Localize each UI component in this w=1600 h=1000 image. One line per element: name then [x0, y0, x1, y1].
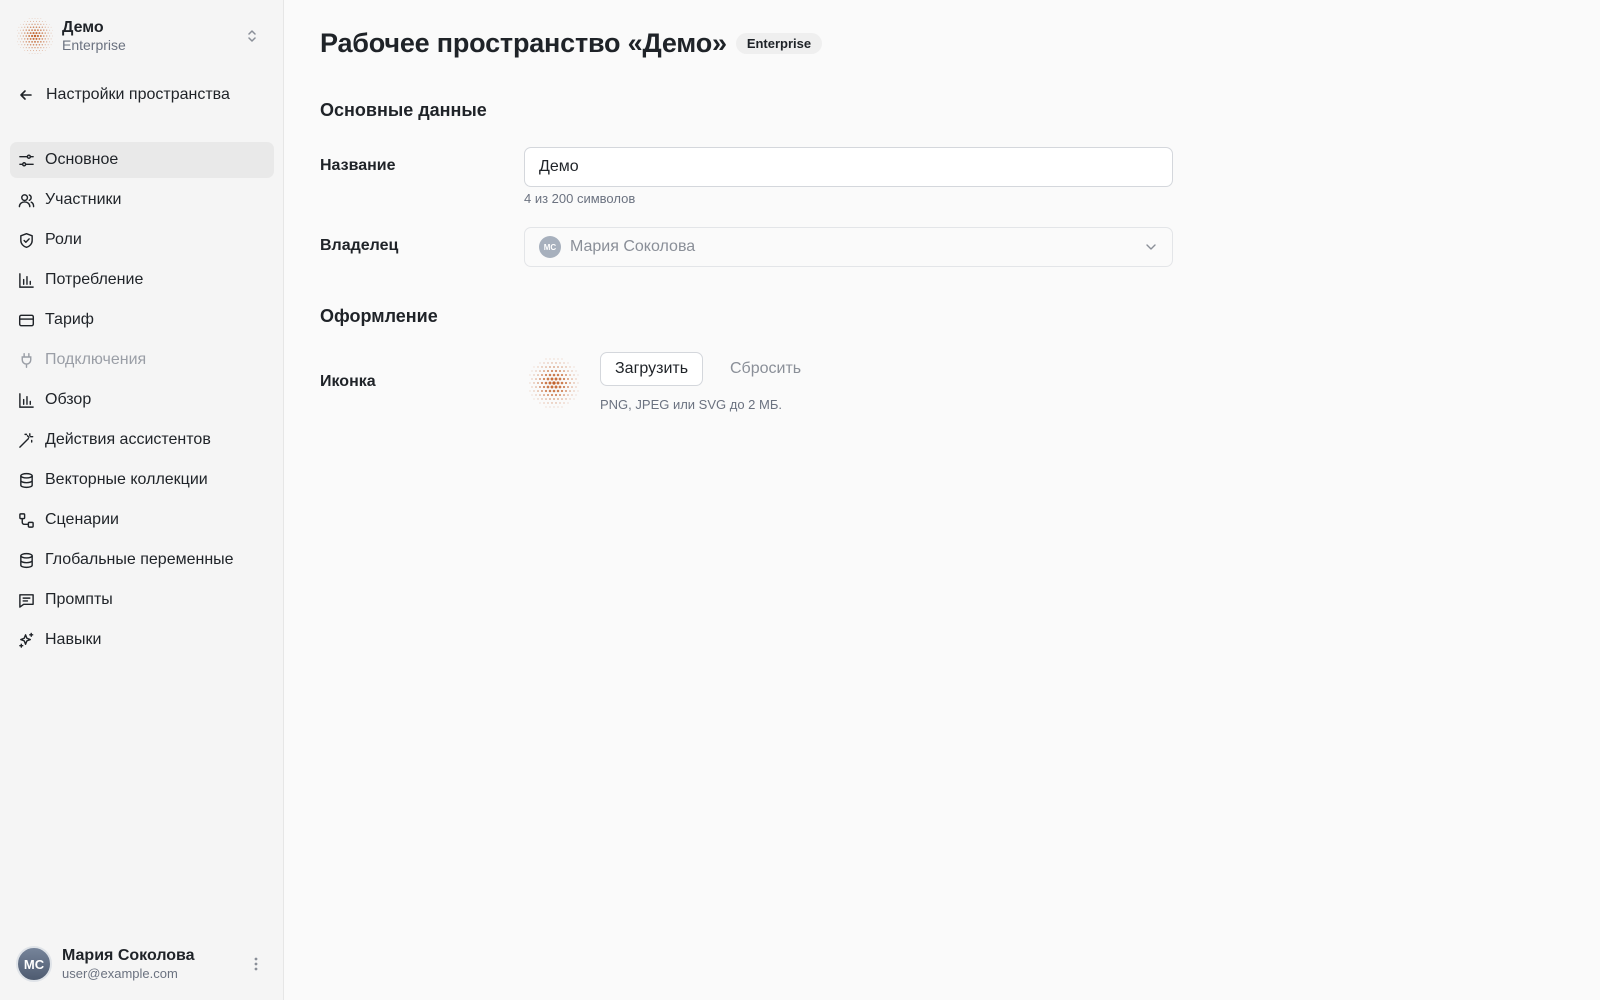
owner-avatar: МС [539, 236, 561, 258]
nav-item-prompts[interactable]: Промпты [10, 582, 274, 618]
reset-button[interactable]: Сбросить [722, 352, 809, 386]
nav-item-skills[interactable]: Навыки [10, 622, 274, 658]
database-icon [20, 552, 33, 568]
user-name: Мария Соколова [62, 947, 195, 964]
nav-label: Сценарии [45, 511, 119, 528]
bar-chart-icon [19, 392, 34, 408]
sparkles-icon [19, 632, 34, 648]
more-vertical-icon [254, 957, 258, 971]
owner-label: Владелец [320, 237, 399, 254]
workspace-plan: Enterprise [62, 37, 126, 53]
arrow-left-icon [20, 90, 32, 100]
nav-item-members[interactable]: Участники [10, 182, 274, 218]
credit-card-icon [18, 314, 35, 326]
nav-item-overview[interactable]: Обзор [10, 382, 274, 418]
name-char-counter: 4 из 200 символов [524, 191, 636, 206]
nav-item-connections: Подключения [10, 342, 274, 378]
nav-label: Основное [45, 151, 119, 168]
nav-item-usage[interactable]: Потребление [10, 262, 274, 298]
plan-badge: Enterprise [735, 33, 823, 54]
owner-name: Мария Соколова [570, 238, 696, 255]
nav-label: Потребление [45, 271, 144, 288]
workflow-icon [19, 512, 34, 528]
back-link-label: Настройки пространства [46, 86, 230, 103]
back-to-settings-link[interactable]: Настройки пространства [18, 86, 230, 104]
shield-icon [20, 232, 33, 248]
workspace-name: Демо [62, 19, 104, 36]
workspace-switcher[interactable]: Демо Enterprise [16, 14, 268, 58]
more-options-button[interactable] [244, 952, 268, 976]
bar-chart-icon [19, 272, 34, 288]
settings-nav: Основное Участники Роли Потребление Тари… [10, 142, 274, 662]
basic-section-title: Основные данные [320, 100, 487, 120]
nav-label: Обзор [45, 391, 92, 408]
nav-label: Подключения [45, 351, 147, 368]
nav-label: Роли [45, 231, 82, 248]
sliders-icon [19, 154, 34, 166]
user-info: Мария Соколова user@example.com [62, 946, 244, 982]
chevron-down-icon [1146, 244, 1156, 250]
nav-label: Тариф [45, 311, 94, 328]
page-title: Рабочее пространство «Демо» [320, 28, 727, 58]
magic-wand-icon [19, 432, 34, 448]
workspace-logo-icon [17, 18, 53, 54]
user-email: user@example.com [62, 966, 178, 981]
plug-icon [21, 352, 32, 368]
message-icon [19, 593, 34, 608]
nav-label: Навыки [45, 631, 102, 648]
nav-item-global-variables[interactable]: Глобальные переменные [10, 542, 274, 578]
owner-select[interactable]: МС Мария Соколова [524, 227, 1173, 267]
icon-format-hint: PNG, JPEG или SVG до 2 МБ. [600, 397, 782, 412]
nav-label: Промпты [45, 591, 113, 608]
nav-item-roles[interactable]: Роли [10, 222, 274, 258]
main-content: Рабочее пространство «Демо» Enterprise О… [284, 0, 1600, 1000]
nav-item-vector-collections[interactable]: Векторные коллекции [10, 462, 274, 498]
design-section-title: Оформление [320, 306, 438, 326]
workspace-icon-preview [529, 358, 579, 408]
nav-label: Векторные коллекции [45, 471, 208, 488]
workspace-info: Демо Enterprise [62, 18, 244, 54]
database-icon [20, 472, 33, 488]
icon-label: Иконка [320, 373, 376, 390]
avatar: МС [16, 946, 52, 982]
nav-item-basic[interactable]: Основное [10, 142, 274, 178]
nav-label: Глобальные переменные [45, 551, 234, 568]
nav-item-plan[interactable]: Тариф [10, 302, 274, 338]
nav-item-assistant-actions[interactable]: Действия ассистентов [10, 422, 274, 458]
users-icon [18, 193, 35, 207]
workspace-name-input[interactable] [524, 147, 1173, 187]
sidebar: Демо Enterprise Настройки пространства О… [0, 0, 284, 1000]
nav-label: Действия ассистентов [45, 431, 211, 448]
nav-label: Участники [45, 191, 122, 208]
upload-button[interactable]: Загрузить [600, 352, 704, 386]
nav-item-scenarios[interactable]: Сценарии [10, 502, 274, 538]
user-profile[interactable]: МС Мария Соколова user@example.com [16, 944, 268, 984]
page-header: Рабочее пространство «Демо» Enterprise [320, 28, 823, 59]
name-label: Название [320, 157, 396, 174]
chevron-up-down-icon [248, 30, 256, 42]
